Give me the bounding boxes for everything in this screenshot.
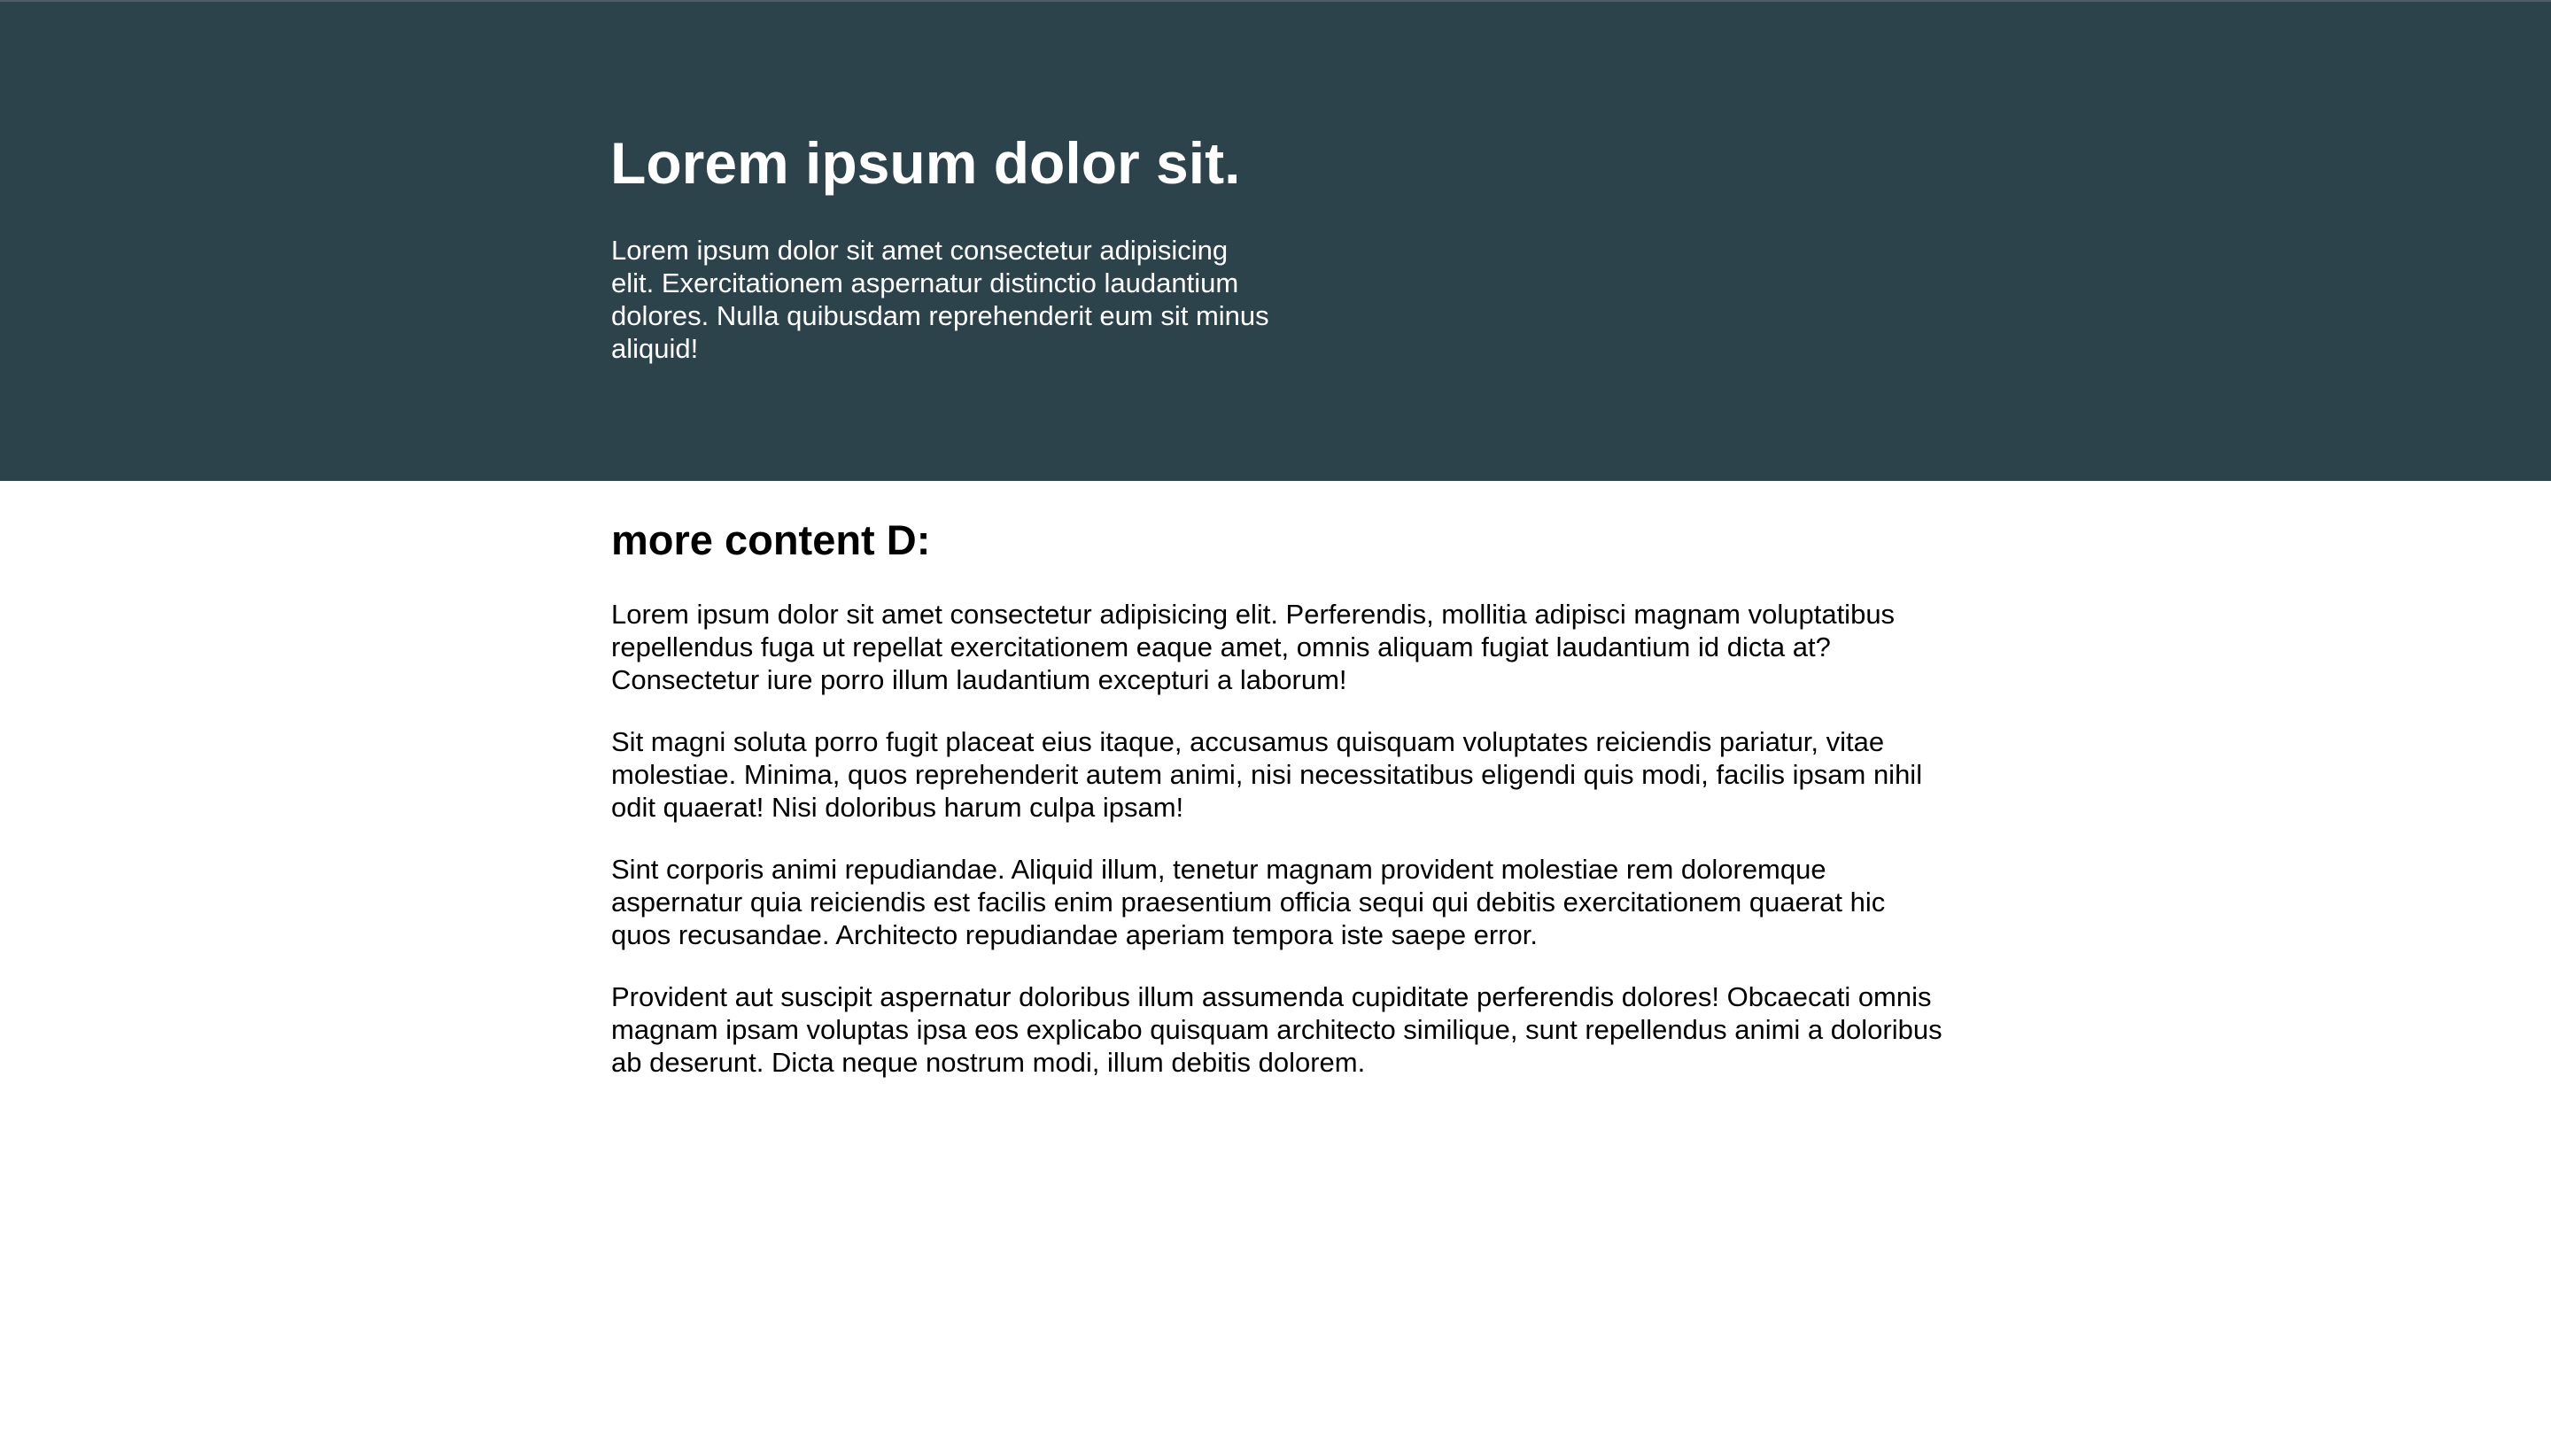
content-paragraph-4: Provident aut suscipit aspernatur dolori… [611,981,1942,1078]
content-paragraph-1: Lorem ipsum dolor sit amet consectetur a… [611,599,1896,695]
main-content: more content D: Lorem ipsum dolor sit am… [611,512,1949,1079]
content-heading: more content D: [611,516,931,563]
hero-banner: Lorem ipsum dolor sit. Lorem ipsum dolor… [0,0,2551,481]
content-paragraph-3: Sint corporis animi repudiandae. Aliquid… [611,854,1886,950]
hero-description: Lorem ipsum dolor sit amet consectetur a… [611,235,1269,364]
hero-title: Lorem ipsum dolor sit. [610,130,1241,196]
content-paragraph-2: Sit magni soluta porro fugit placeat eiu… [611,726,1923,823]
